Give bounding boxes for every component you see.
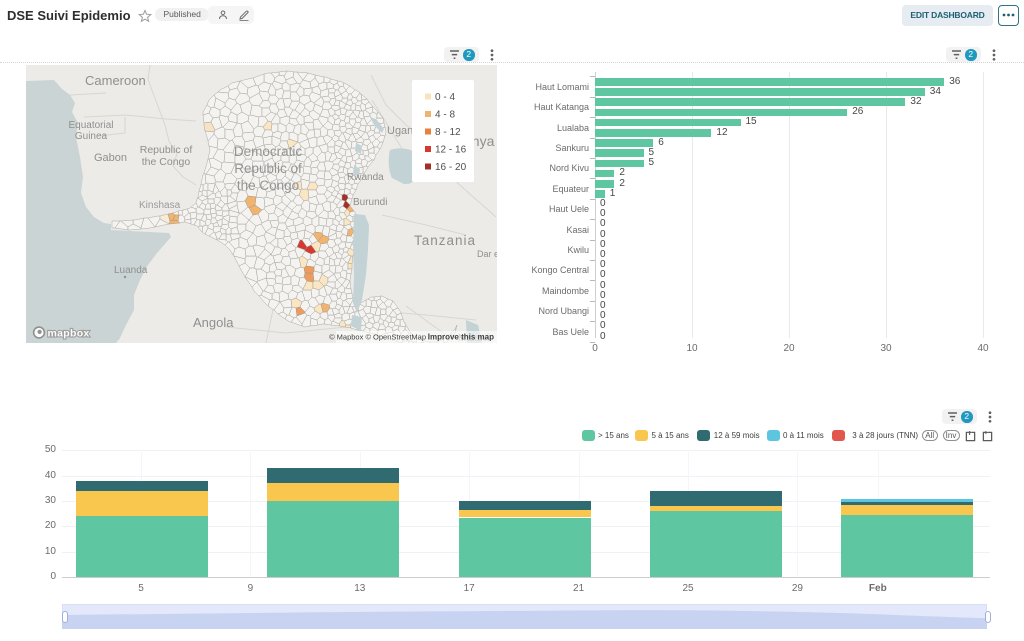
svg-text:Improve this map: Improve this map bbox=[428, 333, 494, 342]
svg-text:Luanda: Luanda bbox=[114, 265, 148, 276]
svg-text:Burundi: Burundi bbox=[353, 197, 387, 208]
svg-text:0 - 4: 0 - 4 bbox=[435, 92, 455, 103]
svg-text:mapbox: mapbox bbox=[48, 328, 90, 340]
svg-text:the Congo: the Congo bbox=[142, 156, 191, 168]
svg-text:Dar es: Dar es bbox=[477, 249, 497, 259]
svg-text:4 - 8: 4 - 8 bbox=[435, 110, 455, 121]
svg-text:12 - 16: 12 - 16 bbox=[435, 145, 467, 156]
svg-text:Gabon: Gabon bbox=[94, 152, 127, 164]
svg-text:© Mapbox © OpenStreetMap: © Mapbox © OpenStreetMap bbox=[329, 333, 426, 342]
svg-text:Guinea: Guinea bbox=[75, 131, 108, 142]
svg-text:Rwanda: Rwanda bbox=[347, 172, 384, 183]
svg-text:Equatorial: Equatorial bbox=[68, 120, 113, 131]
svg-text:8 - 12: 8 - 12 bbox=[435, 127, 461, 138]
svg-text:Cameroon: Cameroon bbox=[85, 73, 146, 88]
svg-text:Kinshasa: Kinshasa bbox=[139, 200, 181, 211]
svg-text:Republic of: Republic of bbox=[234, 161, 302, 176]
svg-text:Republic of: Republic of bbox=[140, 144, 193, 156]
svg-text:16 - 20: 16 - 20 bbox=[435, 162, 467, 173]
svg-text:Angola: Angola bbox=[193, 315, 234, 330]
svg-text:Tanzania: Tanzania bbox=[414, 233, 476, 248]
svg-text:the Congo: the Congo bbox=[237, 178, 299, 193]
svg-text:Democratic: Democratic bbox=[234, 144, 303, 159]
